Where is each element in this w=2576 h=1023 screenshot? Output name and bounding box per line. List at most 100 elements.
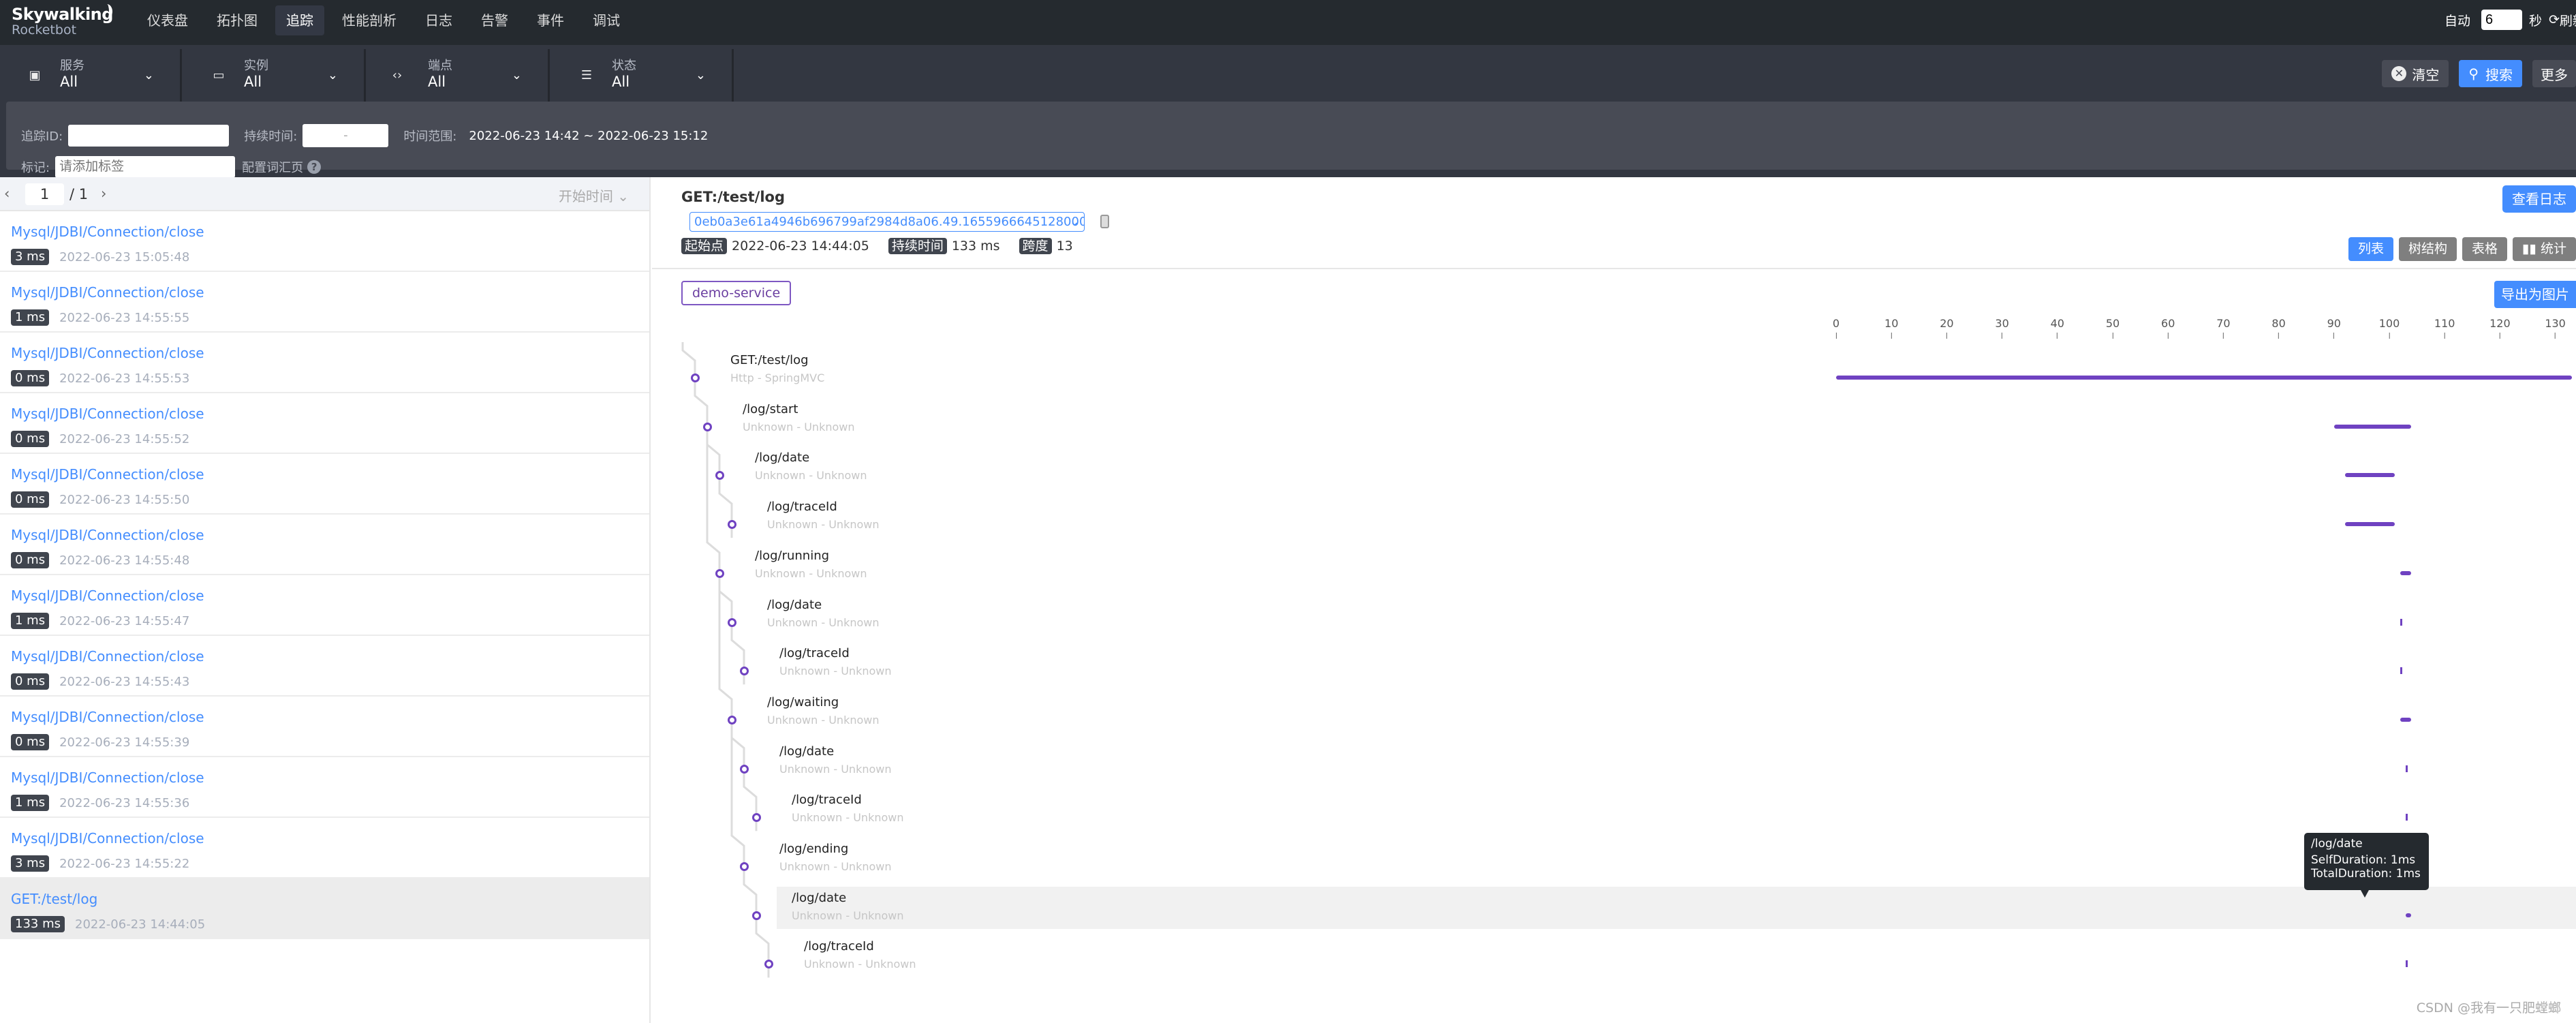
copy-icon[interactable] [1100, 215, 1109, 228]
endpoint-dropdown[interactable]: ‹› 端点 All ⌄ [368, 49, 550, 104]
span-node-icon [728, 520, 736, 530]
page-input[interactable]: 1 [25, 183, 64, 205]
span-bar[interactable] [2400, 618, 2403, 626]
span-row[interactable]: /log/traceId Unknown - Unknown [652, 495, 2576, 545]
trace-endpoint-link[interactable]: Mysql/JDBI/Connection/close [11, 708, 649, 726]
trace-endpoint-link[interactable]: GET:/test/log [11, 890, 649, 908]
trace-list-item[interactable]: Mysql/JDBI/Connection/close 3 ms 2022-06-2… [0, 211, 649, 272]
view-tree-button[interactable]: 树结构 [2399, 237, 2457, 261]
tick-label: 90 [2327, 317, 2341, 330]
service-dropdown[interactable]: ▣ 服务 All ⌄ [0, 49, 182, 104]
instance-dropdown[interactable]: ▭ 实例 All ⌄ [184, 49, 366, 104]
span-bar[interactable] [2345, 522, 2395, 527]
trace-list-item[interactable]: Mysql/JDBI/Connection/close 1 ms 2022-06-2… [0, 272, 649, 333]
span-row[interactable]: /log/date Unknown - Unknown [652, 594, 2576, 643]
trace-endpoint-link[interactable]: Mysql/JDBI/Connection/close [11, 284, 649, 301]
span-row[interactable]: /log/traceId Unknown - Unknown [652, 935, 2576, 984]
span-bar[interactable] [2406, 765, 2408, 772]
trace-list-item[interactable]: Mysql/JDBI/Connection/close 3 ms 2022-06-2… [0, 818, 649, 879]
help-icon[interactable]: ? [307, 160, 322, 174]
trace-list-item[interactable]: Mysql/JDBI/Connection/close 1 ms 2022-06-2… [0, 757, 649, 818]
time-range-value[interactable]: 2022-06-23 14:42 ~ 2022-06-23 15:12 [469, 129, 708, 143]
export-image-button[interactable]: 导出为图片 [2494, 281, 2576, 308]
trace-list-item[interactable]: Mysql/JDBI/Connection/close 0 ms 2022-06-2… [0, 393, 649, 454]
trace-list-item[interactable]: Mysql/JDBI/Connection/close 0 ms 2022-06-2… [0, 636, 649, 697]
trace-meta: 0 ms 2022-06-23 14:55:53 [11, 370, 649, 386]
clear-button[interactable]: ✕ 清空 [2382, 60, 2449, 87]
nav-debug[interactable]: 调试 [582, 5, 631, 35]
view-stats-button[interactable]: ▮▮ 统计 [2513, 237, 2576, 261]
trace-endpoint-link[interactable]: Mysql/JDBI/Connection/close [11, 344, 649, 362]
trace-endpoint-link[interactable]: Mysql/JDBI/Connection/close [11, 526, 649, 544]
span-row[interactable]: /log/date Unknown - Unknown [652, 886, 2576, 936]
trace-endpoint-link[interactable]: Mysql/JDBI/Connection/close [11, 405, 649, 423]
span-name: /log/waiting [767, 694, 839, 709]
span-row[interactable]: /log/date Unknown - Unknown [652, 740, 2576, 789]
search-button[interactable]: ⚲ 搜索 [2459, 60, 2522, 87]
more-button[interactable]: 更多 [2532, 60, 2576, 87]
view-list-button[interactable]: 列表 [2348, 237, 2393, 261]
trace-list-item[interactable]: GET:/test/log 133 ms 2022-06-23 14:44:05 [0, 879, 649, 939]
span-row[interactable]: /log/ending Unknown - Unknown [652, 838, 2576, 887]
span-node-icon [740, 667, 749, 676]
span-component: Unknown - Unknown [792, 811, 904, 825]
span-row[interactable]: /log/traceId Unknown - Unknown [652, 789, 2576, 838]
duration-badge: 1 ms [11, 613, 50, 629]
trace-list-item[interactable]: Mysql/JDBI/Connection/close 0 ms 2022-06-2… [0, 515, 649, 575]
span-node-icon [715, 568, 724, 578]
span-row[interactable]: GET:/test/log Http - SpringMVC [652, 349, 2576, 398]
span-bar[interactable] [2406, 814, 2408, 821]
span-bar[interactable] [2400, 667, 2403, 675]
nav-alarm[interactable]: 告警 [470, 5, 519, 35]
trace-endpoint-link[interactable]: Mysql/JDBI/Connection/close [11, 829, 649, 847]
vocab-link[interactable]: 配置词汇页 [242, 158, 303, 176]
next-page-icon[interactable]: › [101, 185, 106, 202]
span-row[interactable]: /log/traceId Unknown - Unknown [652, 642, 2576, 691]
span-bar[interactable] [2400, 570, 2412, 575]
span-bar[interactable] [2406, 960, 2408, 968]
pagination: ‹ 1 / 1 › 开始时间 ⌄ [0, 177, 649, 211]
trace-endpoint-link[interactable]: Mysql/JDBI/Connection/close [11, 223, 649, 241]
span-bar[interactable] [2400, 717, 2412, 722]
trace-endpoint-link[interactable]: Mysql/JDBI/Connection/close [11, 647, 649, 665]
trace-list-item[interactable]: Mysql/JDBI/Connection/close 0 ms 2022-06-2… [0, 697, 649, 757]
nav-profile[interactable]: 性能剖析 [331, 5, 407, 35]
nav-dashboard[interactable]: 仪表盘 [136, 5, 199, 35]
sort-dropdown[interactable]: 开始时间 ⌄ [559, 185, 629, 205]
nav-trace[interactable]: 追踪 [275, 5, 324, 35]
span-row[interactable]: /log/waiting Unknown - Unknown [652, 691, 2576, 740]
trace-endpoint-link[interactable]: Mysql/JDBI/Connection/close [11, 465, 649, 483]
trace-time: 2022-06-23 14:55:48 [59, 553, 190, 568]
dropdown-label: 状态 [612, 59, 636, 73]
service-tag[interactable]: demo-service [681, 281, 792, 305]
span-row[interactable]: /log/date Unknown - Unknown [652, 446, 2576, 495]
trace-list-item[interactable]: Mysql/JDBI/Connection/close 1 ms 2022-06-2… [0, 575, 649, 636]
span-bar[interactable] [1836, 376, 2572, 380]
tags-input[interactable] [55, 156, 236, 178]
view-table-button[interactable]: 表格 [2462, 237, 2508, 261]
nav-event[interactable]: 事件 [526, 5, 575, 35]
tick-mark [1891, 333, 1892, 339]
trace-endpoint-link[interactable]: Mysql/JDBI/Connection/close [11, 587, 649, 605]
trace-endpoint-link[interactable]: Mysql/JDBI/Connection/close [11, 769, 649, 787]
span-bar[interactable] [2333, 424, 2412, 429]
span-bar[interactable] [2406, 913, 2412, 917]
status-dropdown[interactable]: ☰ 状态 All ⌄ [552, 49, 734, 104]
span-component: Unknown - Unknown [767, 615, 880, 629]
span-bar[interactable] [2345, 473, 2395, 478]
prev-page-icon[interactable]: ‹ [4, 185, 10, 202]
auto-interval-input[interactable] [2481, 10, 2522, 30]
tick-mark [2222, 333, 2224, 339]
span-row[interactable]: /log/start Unknown - Unknown [652, 398, 2576, 447]
view-logs-button[interactable]: 查看日志 [2502, 185, 2576, 213]
trace-meta: 0 ms 2022-06-23 14:55:50 [11, 491, 649, 508]
trace-list-item[interactable]: Mysql/JDBI/Connection/close 0 ms 2022-06-2… [0, 454, 649, 515]
nav-topology[interactable]: 拓扑图 [206, 5, 268, 35]
logo[interactable]: Skywalking Rocketbot [12, 4, 113, 37]
span-row[interactable]: /log/running Unknown - Unknown [652, 545, 2576, 594]
nav-log[interactable]: 日志 [414, 5, 463, 35]
trace-list-item[interactable]: Mysql/JDBI/Connection/close 0 ms 2022-06-2… [0, 333, 649, 393]
row-highlight [777, 886, 2576, 929]
refresh-button[interactable]: ⟳ 刷新 [2549, 11, 2576, 29]
trace-id-select[interactable]: 0eb0a3e61a4946b696799af2984d8a06.49.1655… [689, 212, 1085, 232]
